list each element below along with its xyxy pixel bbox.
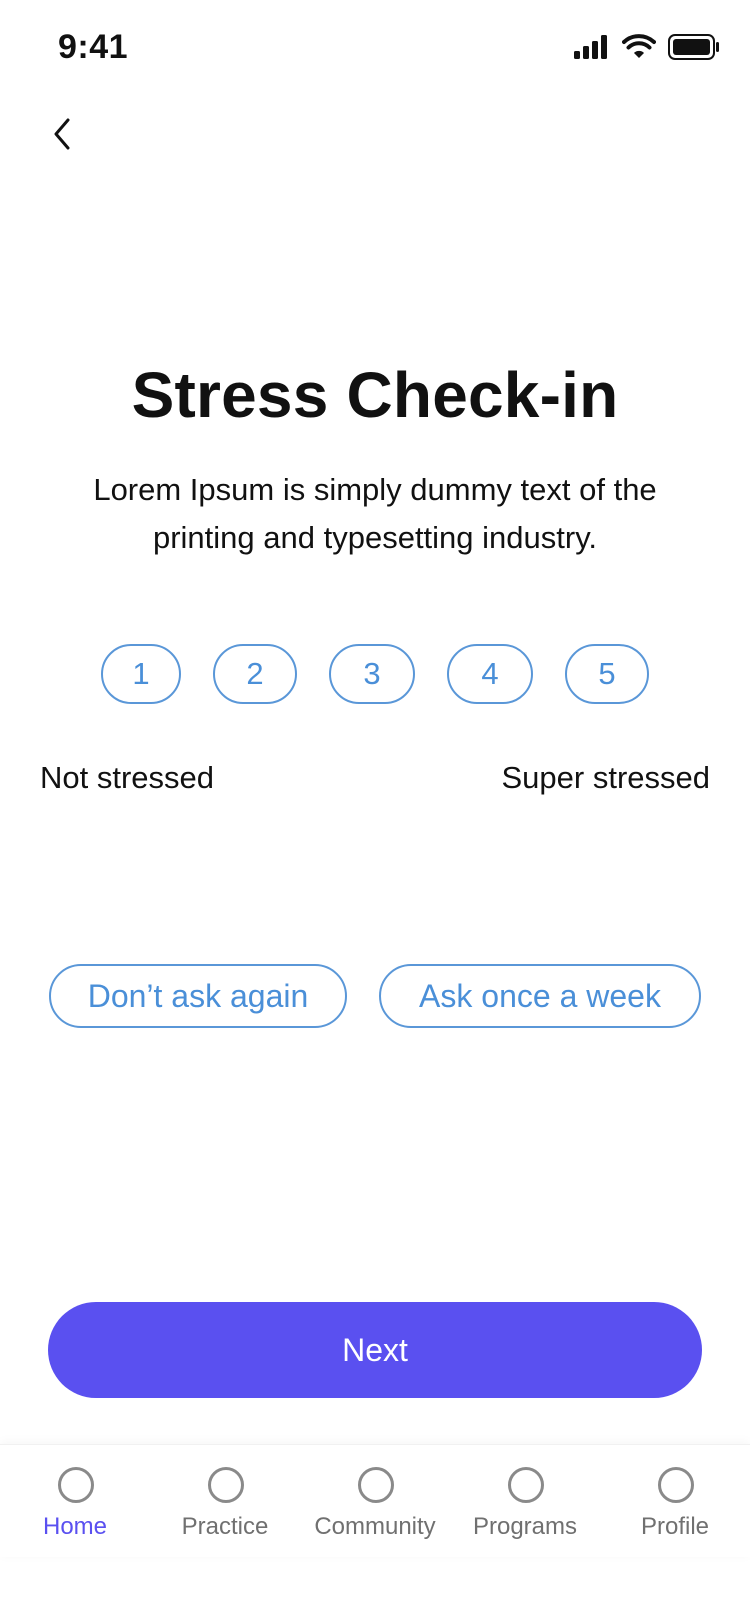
scale-max-label: Super stressed [501,760,711,795]
nav-label-programs: Programs [472,1513,578,1540]
rating-option-2[interactable]: 2 [213,644,297,704]
nav-item-home[interactable]: Home [0,1445,150,1557]
stress-rating-scale: 1 2 3 4 5 [0,644,750,708]
nav-item-practice[interactable]: Practice [150,1445,300,1557]
ask-once-a-week-button[interactable]: Ask once a week [379,964,701,1028]
scale-min-label: Not stressed [40,760,215,795]
home-icon [58,1467,94,1503]
nav-item-programs[interactable]: Programs [450,1445,600,1557]
signal-icon [574,35,610,64]
wifi-icon [622,34,656,65]
status-time: 9:41 [58,28,129,66]
status-bar: 9:41 [0,0,750,100]
back-button[interactable] [40,110,84,162]
chevron-left-icon [50,116,74,157]
programs-icon [508,1467,544,1503]
page-title: Stress Check-in [131,359,619,431]
nav-label-practice: Practice [181,1513,269,1540]
next-button[interactable]: Next [48,1302,702,1398]
nav-label-home: Home [42,1513,108,1540]
nav-label-profile: Profile [640,1513,710,1540]
status-icons [574,34,720,65]
rating-option-1[interactable]: 1 [101,644,181,704]
dont-ask-again-button[interactable]: Don’t ask again [49,964,347,1028]
rating-option-3[interactable]: 3 [329,644,415,704]
profile-icon [658,1467,694,1503]
nav-item-profile[interactable]: Profile [600,1445,750,1557]
community-icon [358,1467,394,1503]
practice-icon [208,1467,244,1503]
rating-option-5[interactable]: 5 [565,644,649,704]
bottom-nav: Home Practice Community Programs Profile [0,1444,750,1557]
rating-option-4[interactable]: 4 [447,644,533,704]
nav-item-community[interactable]: Community [300,1445,450,1557]
battery-icon [668,34,720,65]
nav-label-community: Community [314,1513,436,1540]
page-description: Lorem Ipsum is simply dummy text of the … [93,472,657,555]
